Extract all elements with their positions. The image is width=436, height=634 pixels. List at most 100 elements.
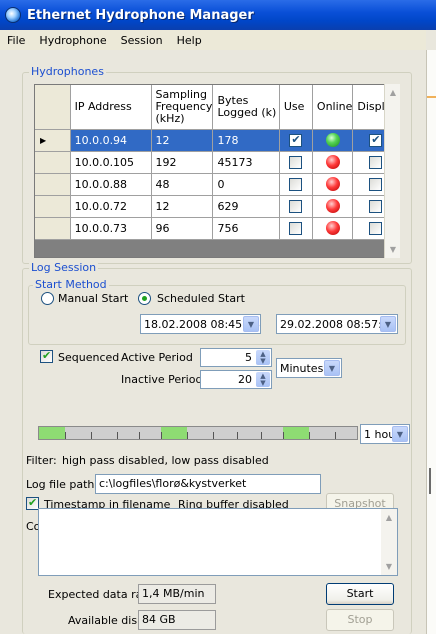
dropdown-arrow-icon[interactable]: ▼	[380, 316, 396, 332]
table-row[interactable]: 10.0.0.73 96 756	[35, 217, 399, 240]
filter-label: Filter:	[26, 454, 57, 467]
cell-online	[312, 151, 354, 174]
start-method-label: Start Method	[33, 278, 109, 291]
inactive-period-stepper[interactable]: 20 ▲ ▼	[200, 370, 272, 389]
dropdown-arrow-icon[interactable]: ▼	[392, 426, 408, 442]
manual-start-label[interactable]: Manual Start	[58, 292, 128, 305]
menu-hydrophone[interactable]: Hydrophone	[32, 34, 113, 47]
window-title: Ethernet Hydrophone Manager	[27, 7, 254, 23]
use-checkbox[interactable]	[289, 221, 303, 235]
available-disk-value: 84 GB	[138, 610, 216, 630]
row-pointer-icon: ▶	[35, 129, 71, 152]
panel-splitter[interactable]	[429, 468, 431, 494]
timeline-active-segment	[39, 427, 65, 439]
spin-arrows-icon[interactable]: ▲ ▼	[256, 350, 270, 365]
use-checkbox[interactable]	[289, 155, 303, 169]
start-button[interactable]: Start	[326, 583, 394, 605]
scroll-up-icon[interactable]: ▲	[381, 509, 397, 526]
timeline-tick	[335, 432, 336, 439]
dropdown-arrow-icon[interactable]: ▼	[243, 316, 259, 332]
row-header[interactable]	[35, 151, 71, 174]
active-period-stepper[interactable]: 5 ▲ ▼	[200, 348, 272, 367]
cell-bytes: 756	[212, 217, 280, 240]
comment-textarea[interactable]: ▲ ▼	[38, 508, 398, 576]
active-period-value: 5	[245, 351, 252, 364]
expected-rate-value: 1,4 MB/min	[138, 584, 216, 604]
cell-use	[279, 129, 313, 152]
timeline-tick	[161, 432, 162, 439]
menu-session[interactable]: Session	[114, 34, 170, 47]
sequenced-label[interactable]: Sequenced	[58, 351, 119, 364]
timeline-range-select[interactable]: 1 hour ▼	[360, 424, 410, 444]
cell-ip[interactable]: 10.0.0.94	[70, 129, 152, 152]
period-unit-select[interactable]: Minutes ▼	[276, 358, 342, 378]
row-header-corner	[35, 85, 71, 130]
cell-freq[interactable]: 96	[151, 217, 214, 240]
display-checkbox[interactable]	[369, 177, 383, 191]
dropdown-arrow-icon[interactable]: ▼	[324, 360, 340, 376]
manual-start-radio[interactable]	[41, 292, 54, 305]
table-row[interactable]: ▶ 10.0.0.94 12 178	[35, 129, 399, 152]
cell-freq[interactable]: 12	[151, 195, 214, 218]
comment-scrollbar[interactable]: ▲ ▼	[381, 509, 397, 575]
use-checkbox[interactable]	[289, 133, 303, 147]
display-checkbox[interactable]	[369, 199, 383, 213]
scheduled-start-radio[interactable]	[138, 292, 151, 305]
col-use[interactable]: Use	[279, 85, 313, 130]
online-indicator-icon	[325, 177, 340, 191]
cell-ip[interactable]: 10.0.0.105	[70, 151, 152, 174]
display-checkbox[interactable]	[369, 155, 383, 169]
cell-bytes: 178	[212, 129, 280, 152]
table-row[interactable]: 10.0.0.105 192 45173	[35, 151, 399, 174]
grid-vertical-scrollbar[interactable]: ▲ ▼	[384, 84, 400, 258]
filter-value: high pass disabled, low pass disabled	[62, 454, 269, 467]
scroll-down-icon[interactable]: ▼	[385, 241, 401, 258]
table-row[interactable]: 10.0.0.72 12 629	[35, 195, 399, 218]
col-sampling-frequency[interactable]: Sampling Frequency (kHz)	[151, 85, 214, 130]
cell-freq[interactable]: 48	[151, 173, 214, 196]
display-checkbox[interactable]	[369, 221, 383, 235]
app-icon	[5, 7, 21, 23]
display-checkbox[interactable]	[369, 133, 383, 147]
scroll-down-icon[interactable]: ▼	[381, 558, 397, 575]
table-row[interactable]: 10.0.0.88 48 0	[35, 173, 399, 196]
menu-help[interactable]: Help	[170, 34, 209, 47]
cell-online	[312, 173, 354, 196]
end-datetime-value: 29.02.2008 08:57:08	[280, 317, 396, 331]
cell-online	[312, 195, 354, 218]
online-indicator-icon	[325, 155, 340, 169]
title-bar: Ethernet Hydrophone Manager	[0, 0, 436, 30]
timeline-tick	[309, 432, 310, 439]
menu-file[interactable]: File	[0, 34, 32, 47]
end-datetime-picker[interactable]: 29.02.2008 08:57:08 ▼	[276, 314, 398, 334]
cell-freq[interactable]: 12	[151, 129, 214, 152]
adjacent-panel-edge	[426, 50, 436, 634]
cell-ip[interactable]: 10.0.0.73	[70, 217, 152, 240]
cell-use	[279, 173, 313, 196]
cell-ip[interactable]: 10.0.0.88	[70, 173, 152, 196]
spin-arrows-icon[interactable]: ▲ ▼	[256, 372, 270, 387]
cell-ip[interactable]: 10.0.0.72	[70, 195, 152, 218]
online-indicator-icon	[325, 133, 340, 147]
cell-online	[312, 217, 354, 240]
log-path-label: Log file path:	[26, 478, 99, 491]
hydrophones-grid[interactable]: IP Address Sampling Frequency (kHz) Byte…	[34, 84, 400, 258]
use-checkbox[interactable]	[289, 199, 303, 213]
cell-freq[interactable]: 192	[151, 151, 214, 174]
use-checkbox[interactable]	[289, 177, 303, 191]
schedule-timeline	[38, 426, 358, 440]
log-path-input[interactable]: c:\logfiles\florø&kystverket	[95, 474, 321, 494]
row-header[interactable]	[35, 217, 71, 240]
col-ip-address[interactable]: IP Address	[70, 85, 152, 130]
col-bytes-logged[interactable]: Bytes Logged (k)	[212, 85, 280, 130]
sequenced-checkbox[interactable]	[40, 349, 53, 363]
row-header[interactable]	[35, 173, 71, 196]
timeline-tick	[213, 432, 214, 439]
col-online[interactable]: Online	[312, 85, 354, 130]
scroll-up-icon[interactable]: ▲	[385, 84, 401, 101]
start-datetime-picker[interactable]: 18.02.2008 08:45:08 ▼	[140, 314, 261, 334]
row-header[interactable]	[35, 195, 71, 218]
scheduled-start-label[interactable]: Scheduled Start	[157, 292, 245, 305]
stop-button[interactable]: Stop	[326, 609, 394, 631]
inactive-period-label: Inactive Period	[121, 373, 203, 386]
